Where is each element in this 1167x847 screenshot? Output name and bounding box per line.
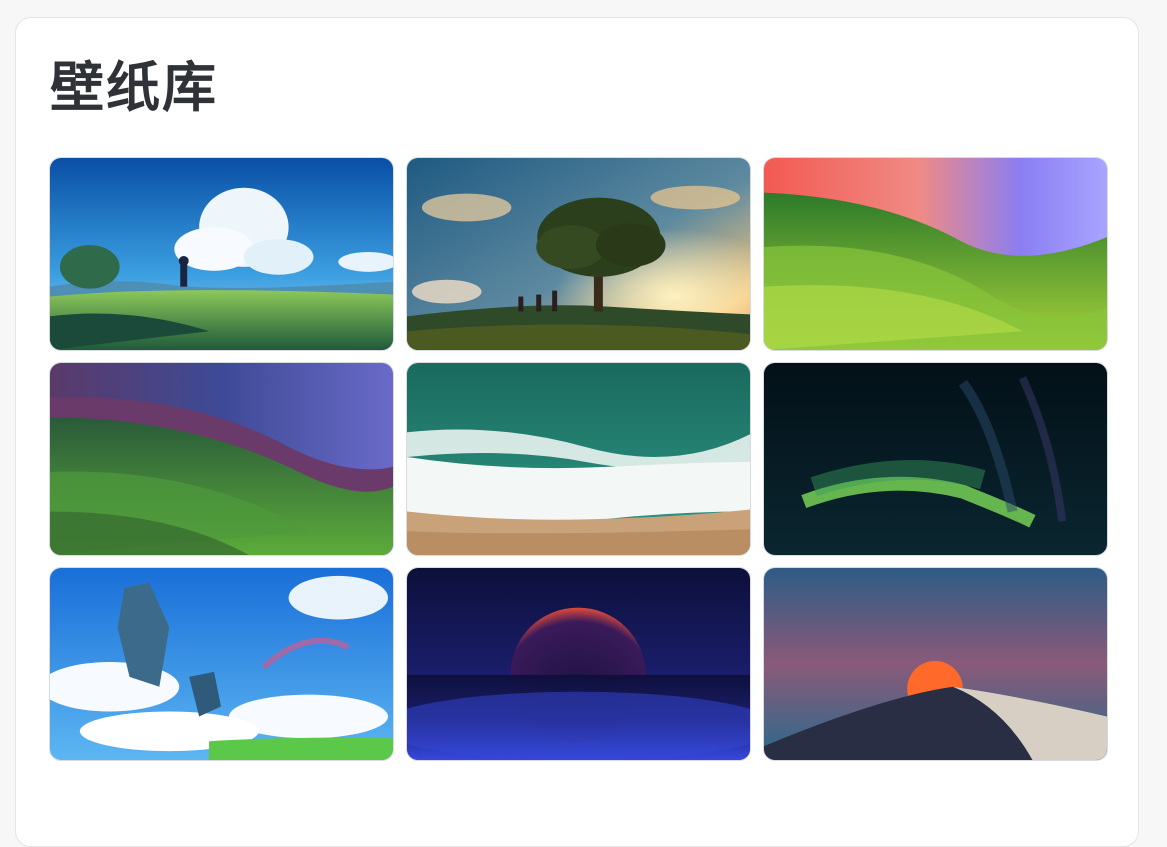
sky-islands-image xyxy=(50,568,393,760)
anime-meadow-image xyxy=(50,158,393,350)
wallpaper-thumbnail-anime-meadow[interactable] xyxy=(49,157,394,351)
wallpaper-library-panel: 壁纸库 xyxy=(15,17,1139,847)
wallpaper-thumbnail-desert-sunset[interactable] xyxy=(763,567,1108,761)
wallpaper-grid xyxy=(49,157,1108,761)
wallpaper-thumbnail-aurora[interactable] xyxy=(763,362,1108,556)
wallpaper-thumbnail-red-planet[interactable] xyxy=(406,567,751,761)
wallpaper-thumbnail-tree-sunset[interactable] xyxy=(406,157,751,351)
wallpaper-thumbnail-sky-islands[interactable] xyxy=(49,567,394,761)
desert-sunset-image xyxy=(764,568,1107,760)
red-planet-image xyxy=(407,568,750,760)
tree-sunset-image xyxy=(407,158,750,350)
page-title: 壁纸库 xyxy=(50,56,218,119)
aurora-image xyxy=(764,363,1107,555)
wallpaper-thumbnail-sonoma-sunset[interactable] xyxy=(763,157,1108,351)
ocean-beach-image xyxy=(407,363,750,555)
sonoma-night-image xyxy=(50,363,393,555)
sonoma-sunset-image xyxy=(764,158,1107,350)
wallpaper-thumbnail-sonoma-night[interactable] xyxy=(49,362,394,556)
wallpaper-thumbnail-ocean-beach[interactable] xyxy=(406,362,751,556)
